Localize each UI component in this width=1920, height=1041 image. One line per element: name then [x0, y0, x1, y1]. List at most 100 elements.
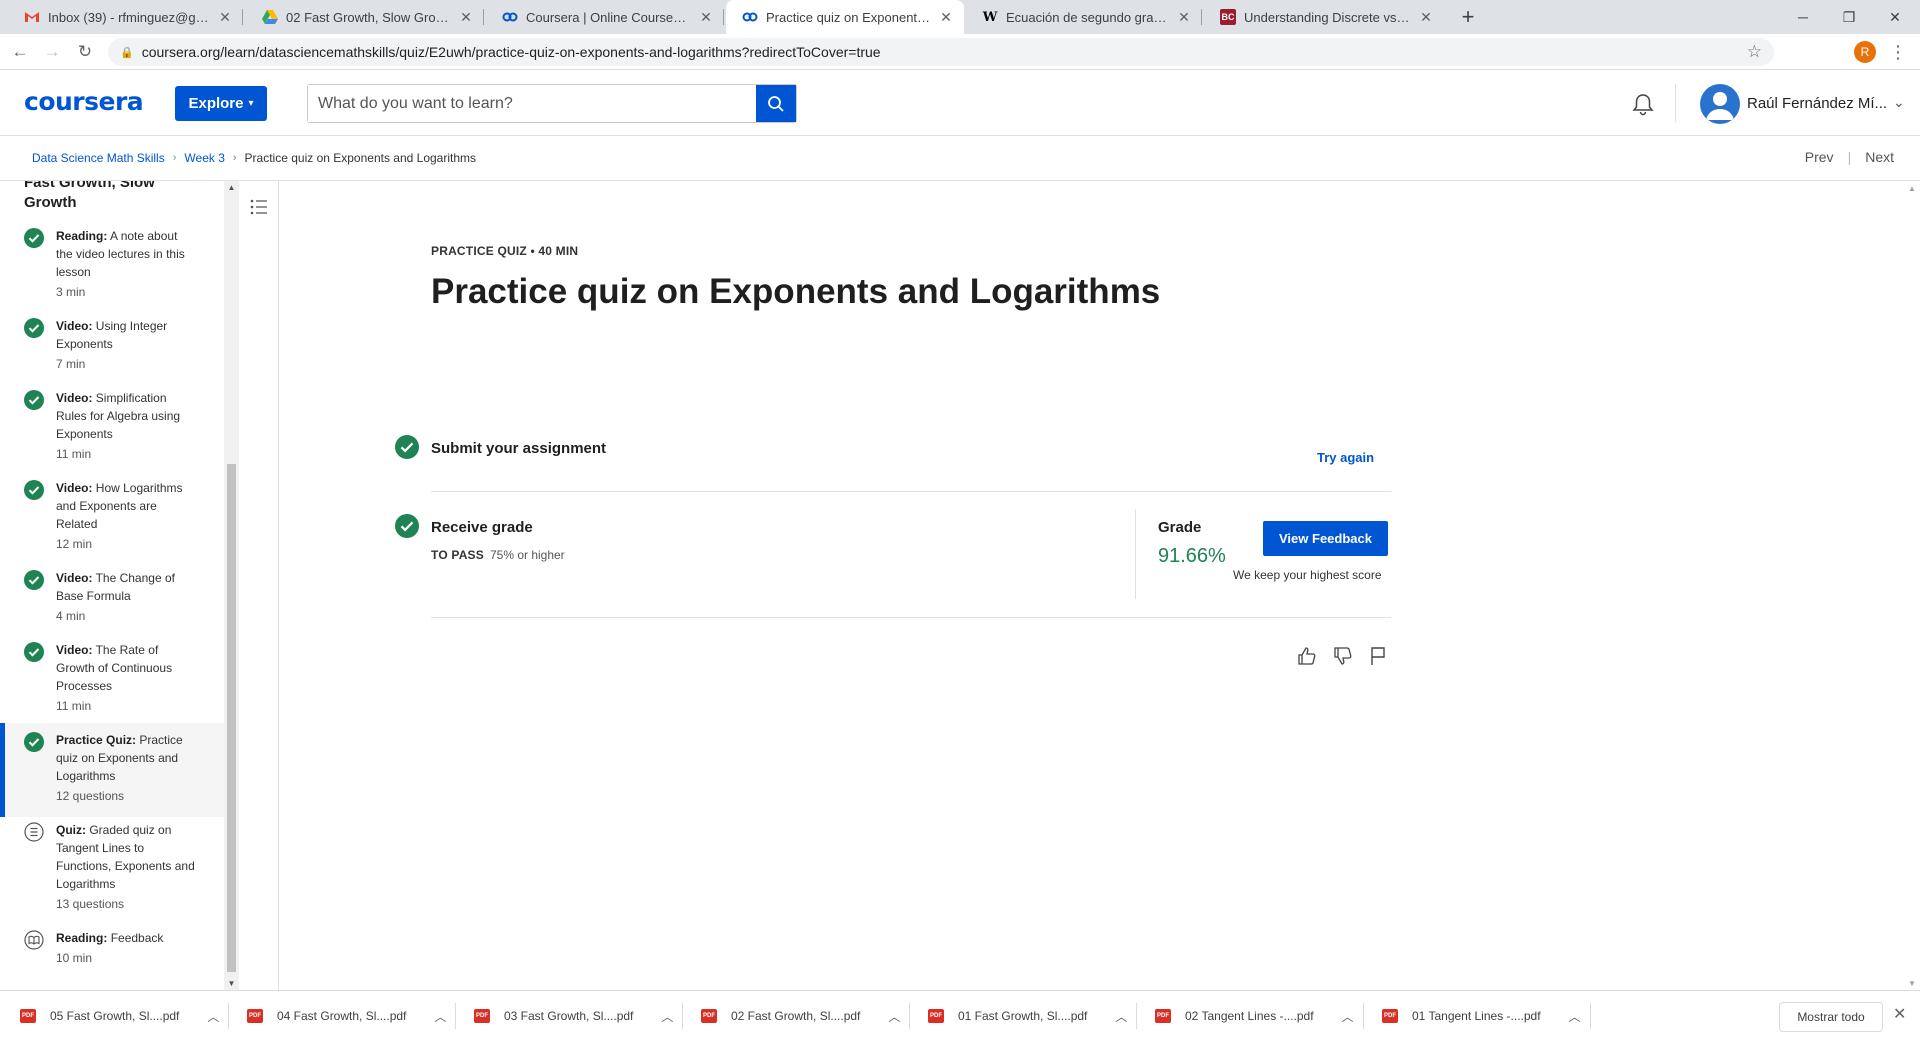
chevron-up-icon[interactable]: ︿ — [1342, 1008, 1354, 1025]
check-circle-icon — [24, 570, 44, 590]
chevron-up-icon[interactable]: ︿ — [888, 1008, 900, 1025]
explore-button[interactable]: Explore ▾ — [175, 86, 267, 121]
address-bar[interactable]: 🔒 coursera.org/learn/datasciencemathskil… — [108, 38, 1774, 66]
tab-wikipedia[interactable]: W Ecuación de segundo grado - Wi ✕ — [966, 0, 1202, 34]
download-item[interactable]: PDF 02 Tangent Lines -....pdf ︿ — [1155, 991, 1364, 1041]
thumbs-down-icon[interactable] — [1332, 645, 1354, 667]
breadcrumb-course[interactable]: Data Science Math Skills — [32, 151, 165, 165]
reload-icon[interactable]: ↻ — [73, 40, 97, 64]
try-again-link[interactable]: Try again — [1317, 450, 1374, 465]
restore-button[interactable]: ❐ — [1826, 0, 1872, 34]
user-avatar-icon[interactable] — [1700, 84, 1740, 124]
site-header: coursera Explore ▾ Raúl Fernández Mí... … — [0, 70, 1920, 136]
bell-icon[interactable] — [1630, 92, 1656, 118]
tab-strip: Inbox (39) - rfminguez@gmail.co ✕ 02 Fas… — [0, 0, 1920, 34]
flag-icon[interactable] — [1367, 645, 1389, 667]
close-window-button[interactable]: ✕ — [1872, 0, 1918, 34]
tab-coursera-home[interactable]: Coursera | Online Courses & Cre ✕ — [486, 0, 724, 34]
close-icon[interactable]: ✕ — [1418, 9, 1434, 26]
search-box — [307, 84, 797, 123]
quiz-meta: PRACTICE QUIZ • 40 MIN — [431, 244, 579, 258]
bookmark-star-icon[interactable]: ☆ — [1747, 42, 1762, 62]
chevron-up-icon[interactable]: ︿ — [1569, 1008, 1581, 1025]
browser-toolbar: ← → ↻ 🔒 coursera.org/learn/datasciencema… — [0, 34, 1920, 70]
scroll-up-arrow-icon[interactable]: ▲ — [224, 183, 239, 192]
check-circle-icon — [24, 732, 44, 752]
highest-score-note: We keep your highest score — [1233, 568, 1382, 582]
receive-grade-label: Receive grade — [431, 519, 533, 536]
sidebar-item-rate-of-growth[interactable]: Video: The Rate of Growth of Continuous … — [0, 641, 224, 715]
download-item[interactable]: PDF 02 Fast Growth, Sl....pdf ︿ — [701, 991, 911, 1041]
tab-practice-quiz[interactable]: Practice quiz on Exponents and L ✕ — [726, 0, 964, 34]
minimize-button[interactable]: ─ — [1780, 0, 1826, 34]
wikipedia-icon: W — [982, 9, 998, 25]
chevron-up-icon[interactable]: ︿ — [207, 1008, 219, 1025]
scroll-down-arrow-icon[interactable]: ▼ — [1904, 979, 1920, 988]
sidebar-item-simplification-rules[interactable]: Video: Simplification Rules for Algebra … — [0, 389, 224, 463]
sidebar-scrollbar[interactable]: ▲ ▼ — [224, 181, 239, 990]
prev-next-nav: Prev | Next — [1804, 149, 1894, 165]
next-link[interactable]: Next — [1865, 149, 1894, 165]
main-scrollbar[interactable]: ▲ ▼ — [1904, 181, 1920, 990]
sidebar-item-integer-exponents[interactable]: Video: Using Integer Exponents 7 min — [0, 317, 224, 373]
sidebar-item-feedback-reading[interactable]: Reading: Feedback 10 min — [0, 929, 224, 967]
sidebar-item-change-of-base[interactable]: Video: The Change of Base Formula 4 min — [0, 569, 224, 625]
search-button[interactable] — [756, 85, 796, 122]
to-pass-requirement: TO PASS 75% or higher — [431, 548, 565, 562]
download-item[interactable]: PDF 03 Fast Growth, Sl....pdf ︿ — [474, 991, 684, 1041]
tab-understanding[interactable]: BC Understanding Discrete vs. Conti ✕ — [1204, 0, 1444, 34]
check-circle-icon — [24, 318, 44, 338]
scrollbar-thumb[interactable] — [227, 464, 236, 972]
sidebar-item-note-video-lectures[interactable]: Reading: A note about the video lectures… — [0, 227, 224, 301]
chevron-up-icon[interactable]: ︿ — [661, 1008, 673, 1025]
show-all-downloads-button[interactable]: Mostrar todo — [1779, 1002, 1883, 1032]
close-icon[interactable]: ✕ — [938, 9, 954, 26]
chevron-up-icon[interactable]: ︿ — [434, 1008, 446, 1025]
sidebar-section-title: Fast Growth, Slow Growth — [24, 181, 155, 211]
download-item[interactable]: PDF 01 Tangent Lines -....pdf ︿ — [1382, 991, 1591, 1041]
chevron-up-icon[interactable]: ︿ — [1115, 1008, 1127, 1025]
check-circle-icon — [24, 390, 44, 410]
sidebar-item-practice-quiz[interactable]: Practice Quiz: Practice quiz on Exponent… — [0, 723, 224, 817]
lock-icon: 🔒 — [120, 46, 134, 59]
submit-assignment-label: Submit your assignment — [431, 440, 607, 457]
download-item[interactable]: PDF 05 Fast Growth, Sl....pdf ︿ — [20, 991, 230, 1041]
chevron-right-icon: › — [172, 152, 177, 164]
coursera-logo[interactable]: coursera — [24, 87, 144, 116]
chevron-down-icon[interactable]: ⌄ — [1893, 94, 1905, 111]
check-circle-icon — [24, 228, 44, 248]
sidebar-item-logarithms-exponents[interactable]: Video: How Logarithms and Exponents are … — [0, 479, 224, 553]
url-text: coursera.org/learn/datasciencemathskills… — [141, 44, 881, 60]
course-sidebar: Fast Growth, Slow Growth Reading: A note… — [0, 181, 224, 990]
grade-value: 91.66% — [1158, 545, 1226, 567]
pdf-icon: PDF — [474, 1009, 490, 1023]
scroll-up-arrow-icon[interactable]: ▲ — [1904, 184, 1920, 193]
pdf-icon: PDF — [1382, 1009, 1398, 1023]
breadcrumb-week[interactable]: Week 3 — [184, 151, 224, 165]
new-tab-button[interactable]: + — [1454, 0, 1482, 34]
profile-avatar[interactable]: R — [1854, 41, 1876, 63]
close-icon[interactable]: ✕ — [458, 9, 474, 26]
browser-menu-icon[interactable]: ⋮ — [1889, 40, 1907, 64]
download-item[interactable]: PDF 01 Fast Growth, Sl....pdf ︿ — [928, 991, 1138, 1041]
thumbs-up-icon[interactable] — [1296, 645, 1318, 667]
close-icon[interactable]: ✕ — [1176, 9, 1192, 26]
coursera-icon — [742, 9, 758, 25]
scroll-down-arrow-icon[interactable]: ▼ — [224, 979, 239, 988]
forward-icon[interactable]: → — [40, 40, 64, 64]
tab-drive[interactable]: 02 Fast Growth, Slow Growth - G ✕ — [246, 0, 484, 34]
prev-link[interactable]: Prev — [1805, 149, 1834, 165]
list-icon[interactable] — [249, 197, 269, 217]
view-feedback-button[interactable]: View Feedback — [1263, 521, 1388, 556]
back-icon[interactable]: ← — [8, 40, 32, 64]
sidebar-toggle-rail — [239, 181, 279, 990]
download-item[interactable]: PDF 04 Fast Growth, Sl....pdf ︿ — [247, 991, 457, 1041]
tab-gmail[interactable]: Inbox (39) - rfminguez@gmail.co ✕ — [8, 0, 243, 34]
check-circle-icon — [24, 642, 44, 662]
sidebar-item-graded-quiz[interactable]: Quiz: Graded quiz on Tangent Lines to Fu… — [0, 821, 224, 913]
close-icon[interactable]: ✕ — [1893, 1004, 1906, 1024]
close-icon[interactable]: ✕ — [698, 9, 714, 26]
close-icon[interactable]: ✕ — [217, 9, 233, 26]
search-input[interactable] — [308, 85, 756, 122]
user-name[interactable]: Raúl Fernández Mí... — [1747, 95, 1887, 112]
